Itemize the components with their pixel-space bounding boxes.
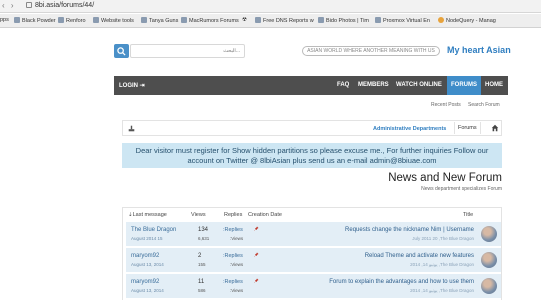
bookmark-tanya-guns[interactable]: Tanya Guns — [141, 17, 178, 24]
thread-meta: July 2011 20 ,The Blue Dragon — [412, 236, 474, 241]
folder-icon — [93, 17, 99, 23]
nav-home[interactable]: HOME — [485, 82, 503, 88]
bookmark-apps[interactable]: pps — [0, 17, 9, 23]
thread-title[interactable]: Requests change the nickname Nim | Usern… — [345, 227, 474, 233]
header-title[interactable]: Title — [463, 212, 473, 218]
site-icon — [318, 17, 324, 23]
last-poster[interactable]: The Blue Dragon — [131, 227, 176, 233]
breadcrumb-section[interactable]: Administrative Departments — [373, 126, 446, 132]
nav-forums[interactable]: FORUMS — [447, 76, 481, 95]
site-icon — [375, 17, 381, 23]
pin-icon — [254, 226, 259, 231]
folder-icon — [14, 17, 20, 23]
reply-count: 2 — [198, 253, 202, 259]
last-poster[interactable]: maryom92 — [131, 253, 159, 259]
view-count: 586 — [198, 288, 206, 293]
views-label: :Views — [230, 236, 244, 241]
breadcrumb-forums[interactable]: Forums — [454, 122, 481, 134]
bookmark-black-powder[interactable]: Black Powder — [14, 17, 56, 24]
site-title[interactable]: My heart Asian — [447, 45, 511, 55]
bookmark-free-dns[interactable]: Free DNS Reports w — [255, 17, 314, 24]
thread-meta: 2014 ,يونيو 14 ,The Blue Dragon — [410, 288, 474, 293]
bookmark-macrumors[interactable]: MacRumors Forums — [181, 17, 239, 24]
bookmark-bido-photos[interactable]: Bido Photos | Tim — [318, 17, 369, 24]
page-subtitle: News department specializes Forum — [421, 186, 502, 192]
nav-watch-online[interactable]: WATCH ONLINE — [396, 82, 442, 88]
avatar[interactable] — [481, 252, 497, 268]
reply-count: 11 — [198, 279, 205, 285]
table-row[interactable]: maryom92 August 13, 2014 11 586 :Replies… — [126, 274, 501, 299]
nav-faq[interactable]: FAQ — [337, 82, 349, 88]
share-icon[interactable] — [128, 125, 135, 132]
header-replies[interactable]: Replies — [224, 212, 242, 218]
home-icon[interactable] — [491, 124, 499, 132]
table-row[interactable]: The Blue Dragon August 2014 15 134 6,631… — [126, 222, 501, 247]
last-poster[interactable]: maryom92 — [131, 279, 159, 285]
site-icon — [438, 17, 444, 23]
last-post-date: August 13, 2014 — [131, 262, 164, 267]
url-text: 8bi.asia/forums/44/ — [35, 2, 95, 9]
bookmark-proxmox[interactable]: Proxmox Virtual En — [375, 17, 430, 24]
search-icon — [117, 47, 126, 56]
folder-icon — [58, 17, 64, 23]
page-icon — [26, 2, 32, 8]
browser-nav-arrows[interactable]: ‹ › — [2, 1, 16, 10]
header-last-message[interactable]: ⇣Last message — [128, 212, 167, 218]
bookmark-renforo[interactable]: Renforo — [58, 17, 86, 24]
recent-posts-link[interactable]: Recent Posts — [431, 102, 461, 108]
search-input[interactable] — [130, 44, 245, 58]
replies-label: :Replies — [223, 253, 243, 259]
browser-address-bar: ‹ › 8bi.asia/forums/44/ — [0, 0, 541, 13]
folder-icon — [141, 17, 147, 23]
login-button[interactable]: LOGIN ⇥ — [119, 82, 145, 89]
nav-members[interactable]: MEMBERS — [358, 82, 389, 88]
thread-title[interactable]: Forum to explain the advantages and how … — [329, 279, 474, 285]
header-creation-date[interactable]: Creation Date — [248, 212, 282, 218]
pin-icon — [254, 252, 259, 257]
page-title: News and New Forum — [388, 172, 502, 184]
replies-label: :Replies — [223, 227, 243, 233]
avatar[interactable] — [481, 226, 497, 242]
bookmark-radiation[interactable]: ☢ — [242, 17, 247, 23]
search-button[interactable] — [114, 44, 129, 58]
notice-text: Dear visitor must register for Show hidd… — [135, 146, 489, 165]
avatar[interactable] — [481, 278, 497, 294]
last-post-date: August 13, 2014 — [131, 288, 164, 293]
views-label: :Views — [230, 288, 244, 293]
bookmark-nodequery[interactable]: NodeQuery - Manag — [438, 17, 496, 24]
replies-label: :Replies — [223, 279, 243, 285]
breadcrumb: Administrative Departments Forums — [122, 120, 502, 136]
notice-banner: Dear visitor must register for Show hidd… — [122, 143, 502, 168]
views-label: :Views — [230, 262, 244, 267]
view-count: 155 — [198, 262, 206, 267]
url-field[interactable]: 8bi.asia/forums/44/ — [26, 2, 94, 9]
header-views[interactable]: Views — [191, 212, 206, 218]
bookmark-website-tools[interactable]: Website tools — [93, 17, 134, 24]
thread-meta: 2014 ,يونيو 14 ,The Blue Dragon — [410, 262, 474, 267]
reply-count: 134 — [198, 227, 209, 233]
thread-title[interactable]: Reload Theme and activate new features — [365, 253, 474, 259]
table-row[interactable]: maryom92 August 13, 2014 2 155 :Replies … — [126, 248, 501, 273]
last-post-date: August 2014 15 — [131, 236, 163, 241]
main-navbar: LOGIN ⇥ FAQ MEMBERS WATCH ONLINE FORUMS … — [114, 76, 508, 95]
search-forum-link[interactable]: Search Forum — [468, 102, 500, 108]
site-icon — [255, 17, 261, 23]
thread-table: ⇣Last message Views Replies Creation Dat… — [122, 207, 502, 300]
slogan-badge: ASIAN WORLD WHERE ANOTHER MEANING WITH U… — [302, 46, 440, 56]
bookmarks-bar: pps Black Powder Renforo Website tools T… — [0, 14, 541, 28]
view-count: 6,631 — [198, 236, 210, 241]
site-icon — [181, 17, 187, 23]
pin-icon — [254, 278, 259, 283]
